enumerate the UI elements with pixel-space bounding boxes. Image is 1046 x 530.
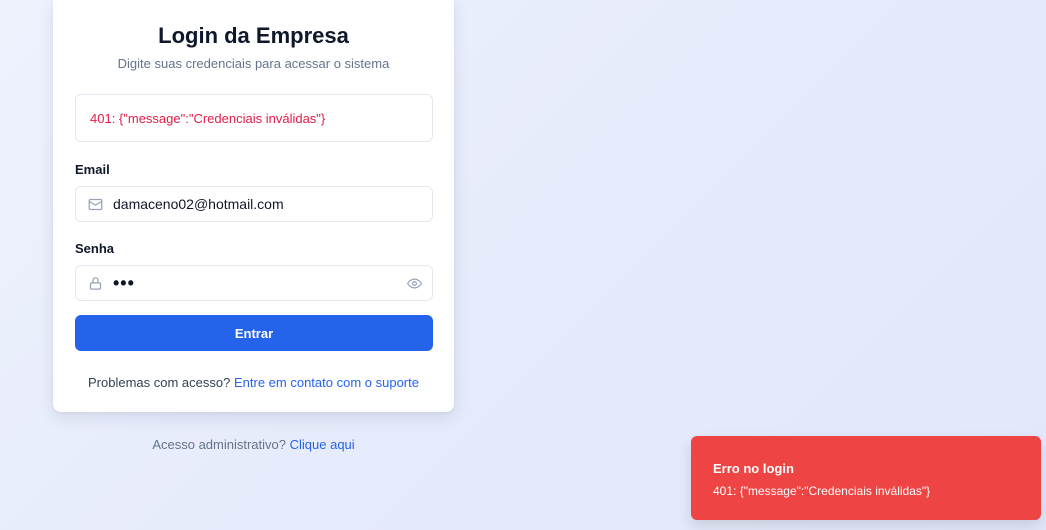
password-label: Senha bbox=[75, 241, 115, 256]
error-toast[interactable]: Erro no login 401: {"message":"Credencia… bbox=[691, 436, 1041, 520]
page-title: Login da Empresa bbox=[158, 23, 349, 48]
admin-link[interactable]: Clique aqui bbox=[290, 437, 355, 452]
password-input[interactable] bbox=[112, 272, 396, 294]
support-link[interactable]: Entre em contato com o suporte bbox=[234, 375, 419, 390]
error-alert: 401: {"message":"Credenciais inválidas"} bbox=[75, 94, 433, 142]
submit-button[interactable]: Entrar bbox=[75, 315, 433, 351]
toast-message: 401: {"message":"Credenciais inválidas"} bbox=[713, 484, 931, 498]
email-field-wrapper bbox=[75, 186, 433, 222]
lock-icon bbox=[76, 266, 112, 300]
email-input[interactable] bbox=[112, 196, 432, 212]
error-alert-text: 401: {"message":"Credenciais inválidas"} bbox=[90, 110, 326, 126]
support-help: Problemas com acesso? Entre em contato c… bbox=[53, 375, 454, 390]
admin-access-text: Acesso administrativo? bbox=[152, 437, 286, 452]
support-help-text: Problemas com acesso? bbox=[88, 375, 231, 390]
admin-access: Acesso administrativo? Clique aqui bbox=[53, 437, 454, 452]
login-card: Login da Empresa Digite suas credenciais… bbox=[53, 0, 454, 412]
password-field-wrapper bbox=[75, 265, 433, 301]
toast-title: Erro no login bbox=[713, 461, 794, 476]
eye-icon[interactable] bbox=[396, 266, 432, 300]
mail-icon bbox=[76, 187, 112, 221]
page-subtitle: Digite suas credenciais para acessar o s… bbox=[117, 56, 390, 71]
email-label: Email bbox=[75, 162, 110, 177]
